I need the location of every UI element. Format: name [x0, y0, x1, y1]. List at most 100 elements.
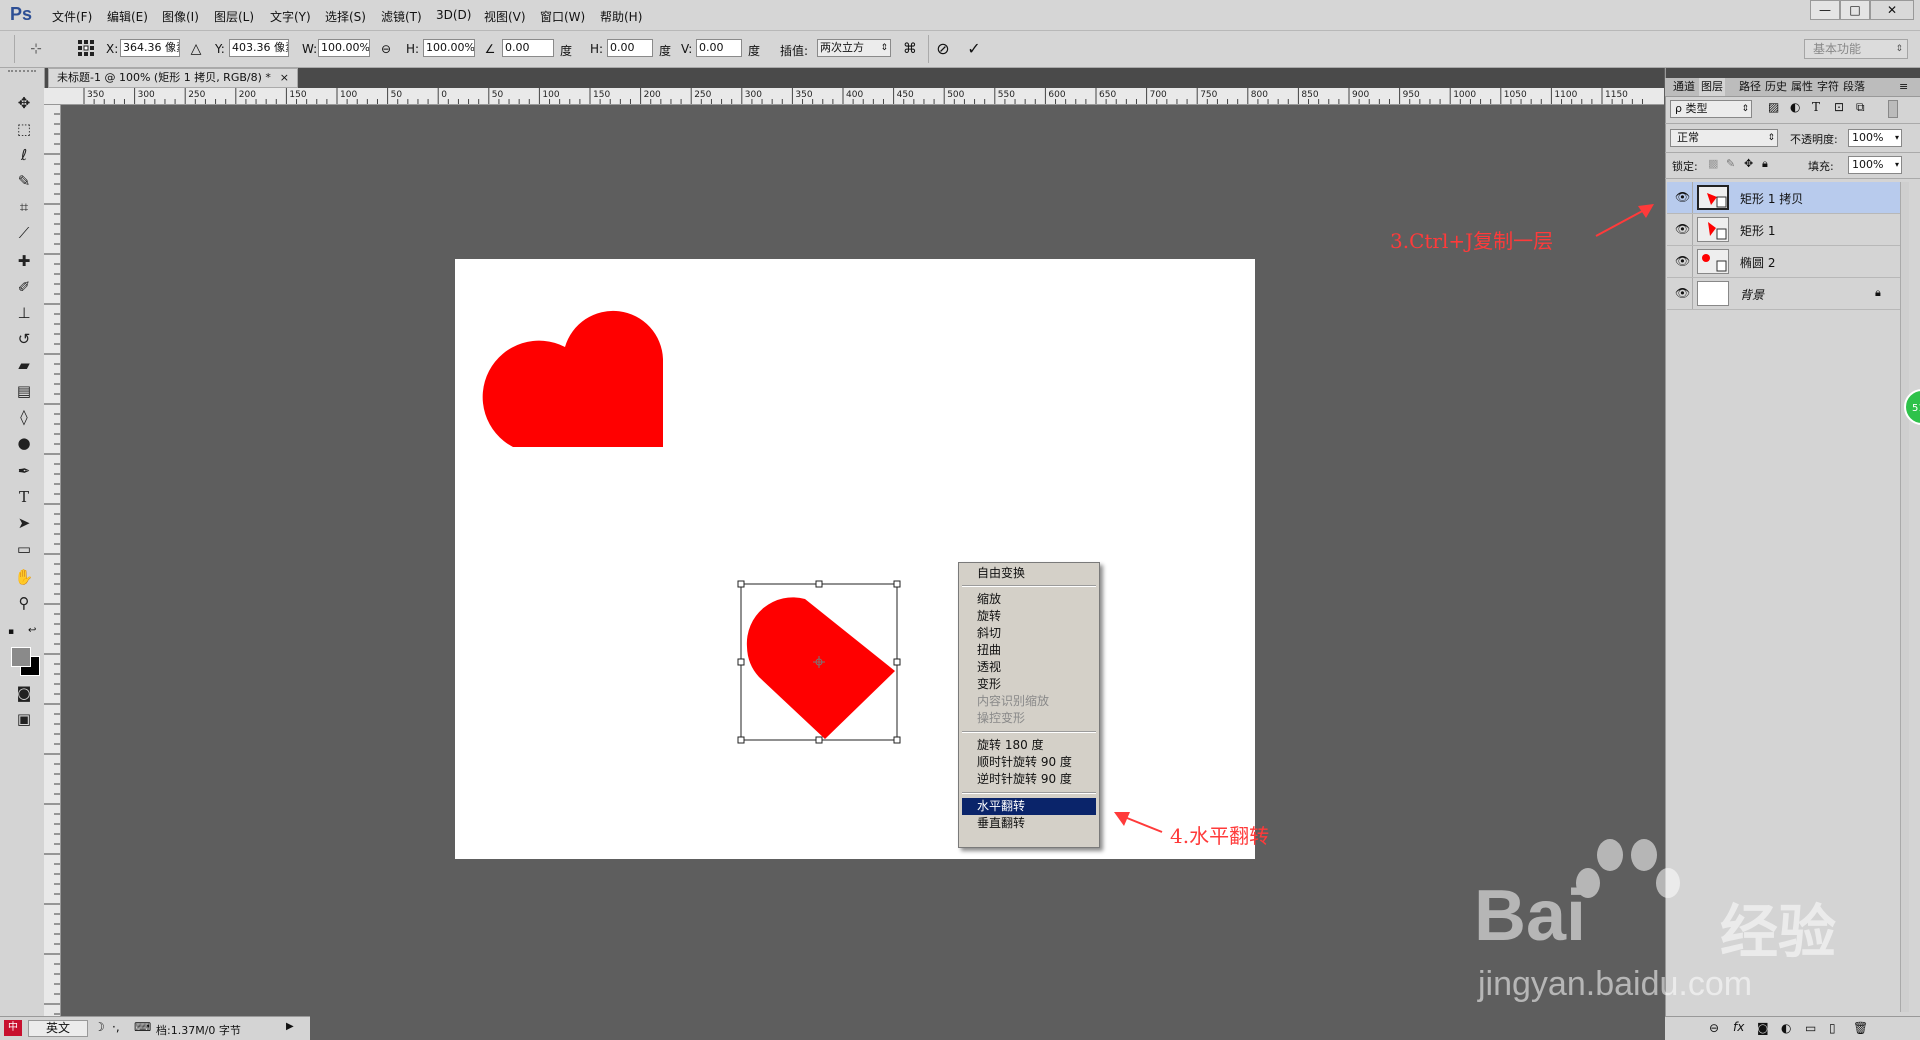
height-field[interactable]: 100.00% [423, 39, 475, 57]
screen-mode-icon[interactable]: ▣ [12, 708, 36, 730]
layer-name[interactable]: 矩形 1 [1740, 222, 1775, 239]
layer-thumbnail[interactable] [1697, 217, 1729, 242]
type-tool-icon[interactable]: T [12, 486, 36, 508]
path-select-tool-icon[interactable]: ➤ [12, 512, 36, 534]
lock-all-icon[interactable]: 🔒︎ [1762, 157, 1768, 171]
document-tab[interactable]: 未标题-1 @ 100% (矩形 1 拷贝, RGB/8) * × [48, 68, 298, 88]
foreground-color-swatch[interactable] [11, 647, 31, 667]
layer-row-ellipse2[interactable]: 👁︎ 椭圆 2 [1667, 246, 1900, 278]
menu-item-scale[interactable]: 缩放 [962, 591, 1096, 608]
menu-type[interactable]: 文字(Y) [270, 8, 311, 25]
new-adjustment-icon[interactable]: ◐ [1781, 1021, 1791, 1035]
menu-item-rotate-90-ccw[interactable]: 逆时针旋转 90 度 [962, 771, 1096, 788]
close-tab-icon[interactable]: × [280, 69, 289, 87]
zoom-tool-icon[interactable]: ⚲ [12, 592, 36, 614]
tab-channels[interactable]: 通道 [1671, 78, 1697, 96]
visibility-eye-icon[interactable]: 👁︎ [1675, 286, 1690, 300]
panel-menu-icon[interactable]: ≡ [1897, 78, 1910, 96]
menu-help[interactable]: 帮助(H) [600, 8, 642, 25]
moon-icon[interactable]: ☽ [94, 1020, 105, 1034]
menu-item-warp[interactable]: 变形 [962, 676, 1096, 693]
minimize-button[interactable]: — [1810, 0, 1840, 20]
menu-item-perspective[interactable]: 透视 [962, 659, 1096, 676]
punct-icon[interactable]: ·, [112, 1020, 120, 1034]
dodge-tool-icon[interactable]: ● [12, 432, 36, 454]
layer-thumbnail[interactable] [1697, 185, 1729, 210]
menu-view[interactable]: 视图(V) [484, 8, 526, 25]
hand-tool-icon[interactable]: ✋ [12, 566, 36, 588]
lock-pixels-icon[interactable]: ✎ [1726, 157, 1735, 170]
default-colors-icon[interactable]: ▪ [8, 627, 16, 637]
menu-item-flip-vertical[interactable]: 垂直翻转 [962, 815, 1096, 832]
y-position-field[interactable]: 403.36 像素 [229, 39, 289, 57]
rectangle-tool-icon[interactable]: ▭ [12, 538, 36, 560]
filter-adjustment-icon[interactable]: ◐ [1790, 100, 1800, 114]
quick-mask-icon[interactable]: ◙ [12, 682, 36, 704]
filter-smart-object-icon[interactable]: ⧉ [1856, 100, 1865, 115]
marquee-tool-icon[interactable]: ⬚ [12, 118, 36, 140]
layer-filter-select[interactable]: ρ 类型 ⇕ [1670, 100, 1752, 118]
menu-item-rotate-180[interactable]: 旋转 180 度 [962, 737, 1096, 754]
warp-mode-icon[interactable]: ⌘ [900, 39, 920, 59]
healing-brush-tool-icon[interactable]: ✚ [12, 250, 36, 272]
tab-paragraph[interactable]: 段落 [1841, 78, 1867, 96]
menu-item-flip-horizontal[interactable]: 水平翻转 [962, 798, 1096, 815]
quick-select-tool-icon[interactable]: ✎ [12, 170, 36, 192]
menu-item-skew[interactable]: 斜切 [962, 625, 1096, 642]
ime-mode-button[interactable]: 英文 [28, 1020, 88, 1037]
menu-item-free-transform[interactable]: 自由变换 [962, 565, 1096, 582]
link-layers-icon[interactable]: ⊖ [1709, 1021, 1719, 1035]
interpolation-select[interactable]: 两次立方 ⇕ [817, 39, 891, 57]
layer-name[interactable]: 椭圆 2 [1740, 254, 1775, 271]
layer-name[interactable]: 矩形 1 拷贝 [1740, 190, 1803, 207]
menu-window[interactable]: 窗口(W) [540, 8, 585, 25]
status-menu-arrow-icon[interactable]: ▶ [286, 1021, 294, 1032]
tab-character[interactable]: 字符 [1815, 78, 1841, 96]
tab-history[interactable]: 历史 [1763, 78, 1789, 96]
maximize-button[interactable]: □ [1840, 0, 1870, 20]
commit-transform-icon[interactable]: ✓ [964, 39, 984, 59]
fill-field[interactable]: 100% ▾ [1848, 156, 1902, 174]
visibility-eye-icon[interactable]: 👁︎ [1675, 190, 1690, 204]
lasso-tool-icon[interactable]: ℓ [12, 144, 36, 166]
layer-row-rect1[interactable]: 👁︎ 矩形 1 [1667, 214, 1900, 246]
x-position-field[interactable]: 364.36 像素 [120, 39, 180, 57]
filter-toggle-icon[interactable] [1888, 100, 1898, 118]
layer-thumbnail[interactable] [1697, 281, 1729, 306]
blend-mode-select[interactable]: 正常 ⇕ [1670, 129, 1778, 147]
panel-grip[interactable] [8, 70, 36, 78]
lock-position-icon[interactable]: ✥ [1744, 157, 1753, 170]
tab-paths[interactable]: 路径 [1737, 78, 1763, 96]
layer-name[interactable]: 背景 [1740, 286, 1764, 303]
menu-item-distort[interactable]: 扭曲 [962, 642, 1096, 659]
visibility-eye-icon[interactable]: 👁︎ [1675, 222, 1690, 236]
filter-shape-icon[interactable]: ⊡ [1834, 100, 1844, 114]
lock-transparent-icon[interactable]: ▩ [1708, 157, 1718, 170]
menu-edit[interactable]: 编辑(E) [107, 8, 148, 25]
cancel-transform-icon[interactable]: ⊘ [933, 39, 953, 59]
ime-logo-icon[interactable]: 中 [4, 1020, 22, 1036]
v-skew-field[interactable]: 0.00 [696, 39, 742, 57]
eraser-tool-icon[interactable]: ▰ [12, 354, 36, 376]
delete-layer-icon[interactable]: 🗑︎ [1853, 1021, 1868, 1035]
history-brush-tool-icon[interactable]: ↺ [12, 328, 36, 350]
tab-layers[interactable]: 图层 [1699, 78, 1725, 96]
pen-tool-icon[interactable]: ✒ [12, 460, 36, 482]
visibility-eye-icon[interactable]: 👁︎ [1675, 254, 1690, 268]
h-skew-field[interactable]: 0.00 [607, 39, 653, 57]
filter-pixel-icon[interactable]: ▨ [1768, 100, 1779, 114]
menu-image[interactable]: 图像(I) [162, 8, 199, 25]
move-tool-preset-icon[interactable]: ⊹ [26, 39, 46, 59]
add-style-icon[interactable]: fx [1733, 1020, 1744, 1034]
close-window-button[interactable]: ✕ [1870, 0, 1914, 20]
filter-type-icon[interactable]: T [1812, 100, 1820, 114]
gradient-tool-icon[interactable]: ▤ [12, 380, 36, 402]
menu-filter[interactable]: 滤镜(T) [381, 8, 422, 25]
menu-3d[interactable]: 3D(D) [436, 8, 471, 22]
crop-tool-icon[interactable]: ⌗ [12, 196, 36, 218]
tab-properties[interactable]: 属性 [1789, 78, 1815, 96]
link-icon[interactable]: ⊖ [376, 39, 396, 59]
opacity-field[interactable]: 100% ▾ [1848, 129, 1902, 147]
move-tool-icon[interactable]: ✥ [12, 92, 36, 114]
layer-row-background[interactable]: 👁︎ 背景 🔒︎ [1667, 278, 1900, 310]
